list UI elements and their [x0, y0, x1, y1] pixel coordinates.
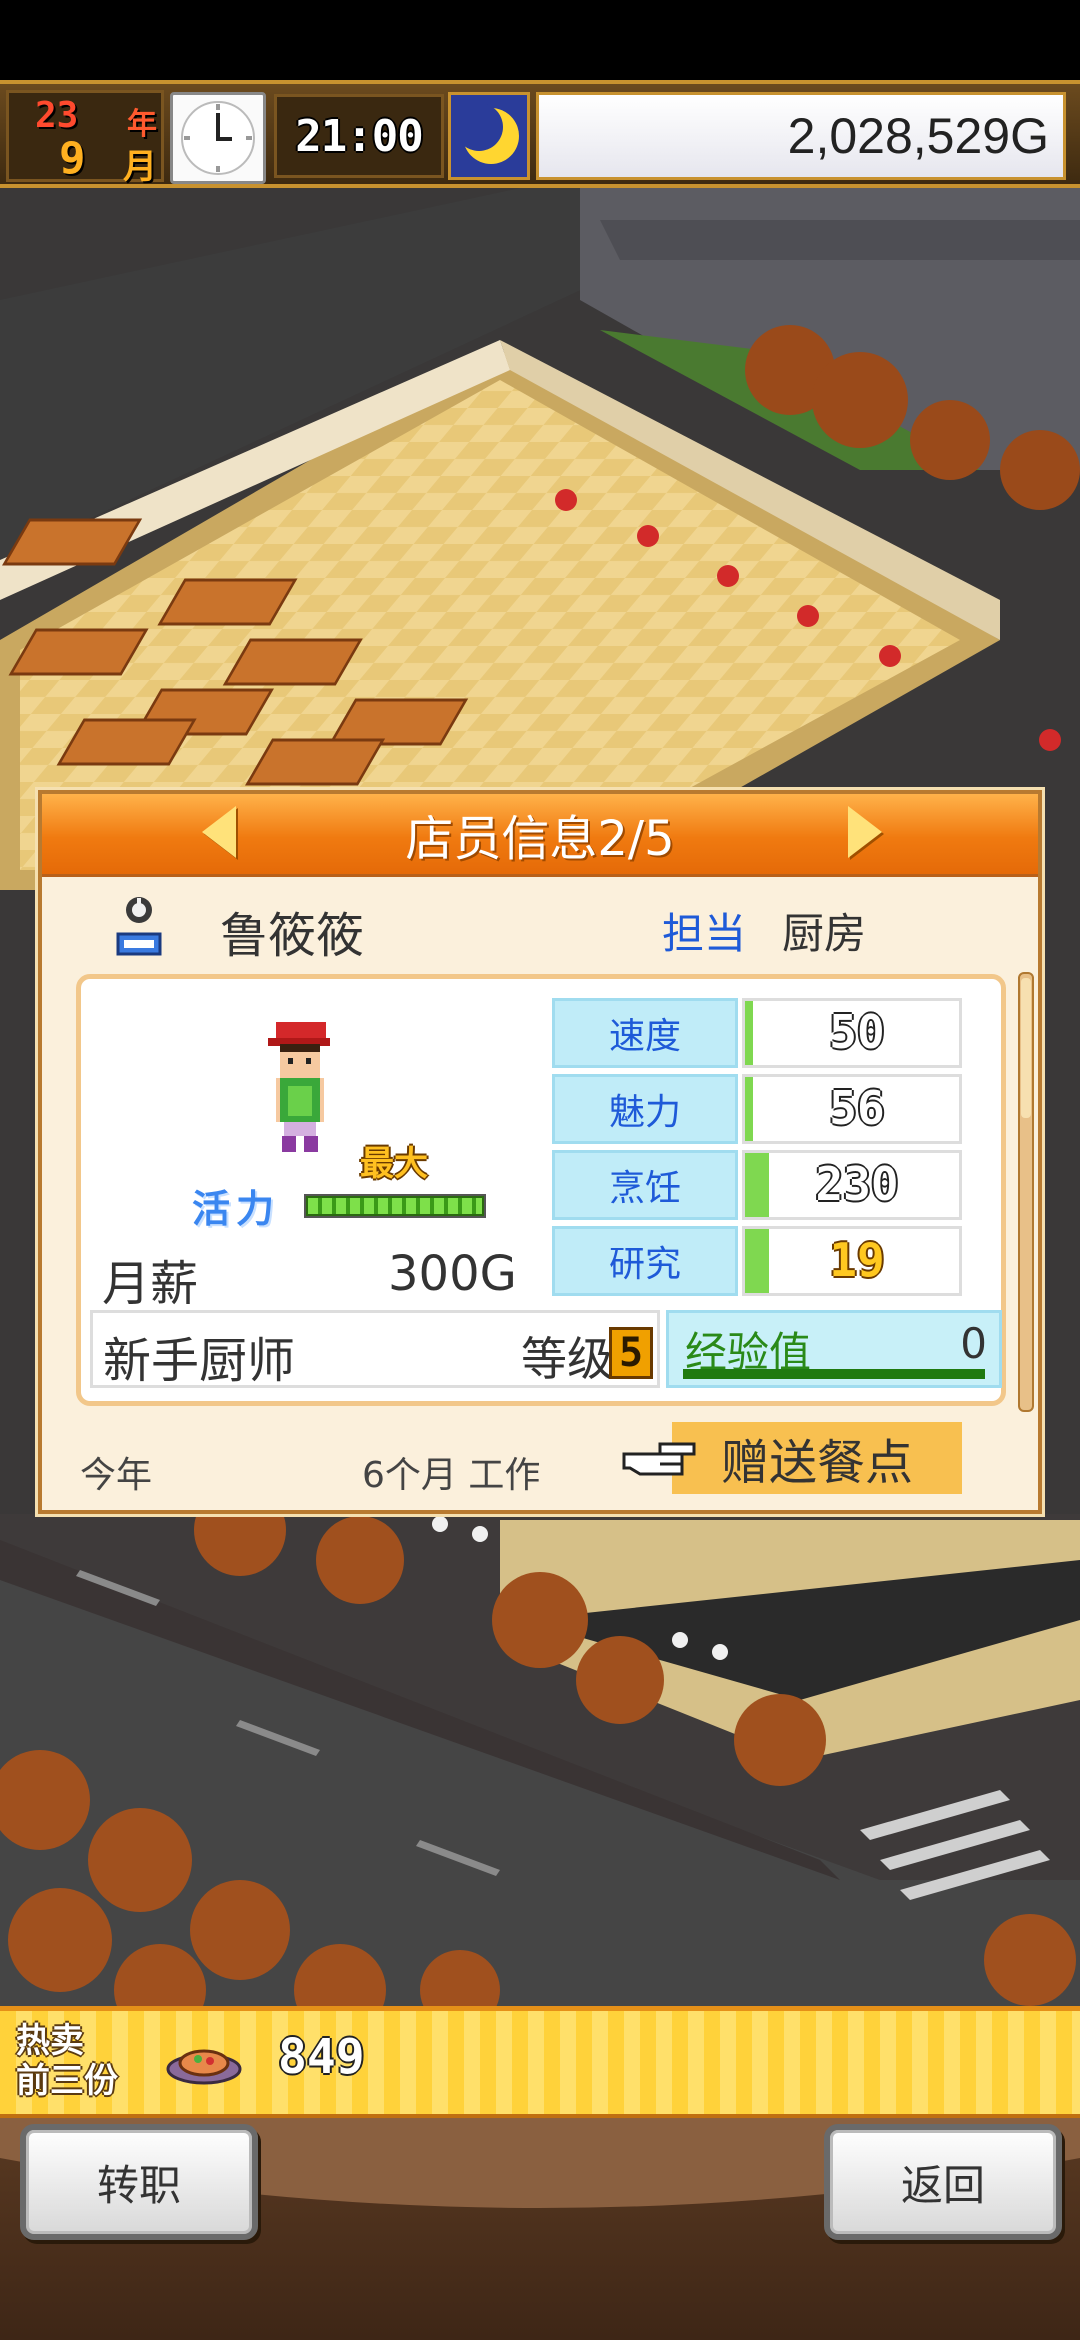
kitchen-staff-icon: [104, 890, 174, 960]
year-label: 今年: [80, 1455, 153, 1496]
stat-value: 50: [829, 1005, 885, 1059]
panel-header: 店员信息2/5: [42, 794, 1038, 877]
vitality-bar: [304, 1194, 486, 1218]
best-seller-value: 849: [278, 2029, 365, 2085]
year-value: 23: [35, 95, 79, 136]
hand-pointer-icon: [620, 1434, 700, 1484]
stat-label: 研究: [552, 1226, 738, 1296]
game-hud: 23 年 9 月 21:00 2,028,529G: [0, 80, 1080, 188]
stat-value: 19: [829, 1233, 885, 1287]
stat-value-box: 230: [742, 1150, 962, 1220]
arrow-left-icon[interactable]: [202, 806, 236, 858]
time-value: 21:00: [295, 110, 423, 162]
money-display: 2,028,529G: [536, 92, 1066, 180]
best-seller-label-line1: 热卖: [16, 2021, 84, 2061]
scrollbar[interactable]: [1018, 972, 1034, 1412]
job-title-box: 新手厨师 等级 5: [90, 1310, 660, 1389]
food-dish-icon: [164, 2029, 244, 2089]
status-bar: [0, 0, 1080, 80]
vitality-label: 活力: [192, 1187, 281, 1231]
stat-value: 230: [815, 1157, 899, 1211]
back-button[interactable]: 返回: [824, 2124, 1062, 2240]
stat-row-cooking: 烹饪 230: [552, 1150, 972, 1224]
stat-fill: [745, 1077, 753, 1141]
stat-label: 烹饪: [552, 1150, 738, 1220]
stat-row-research: 研究 19: [552, 1226, 972, 1300]
salary-label: 月薪: [102, 1256, 199, 1312]
vitality-max-label: 最大: [360, 1144, 428, 1184]
scroll-thumb[interactable]: [1021, 978, 1031, 1118]
stat-label: 速度: [552, 998, 738, 1068]
job-title: 新手厨师: [103, 1333, 296, 1389]
work-duration: 6个月 工作: [362, 1455, 541, 1496]
stat-row-charm: 魅力 56: [552, 1074, 972, 1148]
gift-meal-button[interactable]: 赠送餐点: [672, 1422, 962, 1494]
stat-fill: [745, 1153, 769, 1217]
clock-icon: [170, 92, 266, 184]
stat-value-box: 50: [742, 998, 962, 1068]
exp-value: 0: [960, 1319, 987, 1368]
best-seller-label-line2: 前三份: [16, 2061, 118, 2101]
stat-value-box: 19: [742, 1226, 962, 1296]
assign-value: 厨房: [782, 909, 867, 958]
money-value: 2,028,529G: [787, 108, 1049, 164]
employee-avatar: [258, 1016, 348, 1156]
level-label: 等级: [521, 1332, 613, 1386]
date-display: 23 年 9 月: [6, 90, 164, 187]
panel-title: 店员信息2/5: [405, 811, 675, 867]
year-unit: 年: [127, 107, 157, 142]
stat-fill: [745, 1229, 769, 1293]
employee-name: 鲁筱筱: [220, 908, 365, 964]
vitality-fill: [308, 1198, 482, 1214]
moon-icon: [448, 92, 530, 180]
month-unit: 月: [123, 147, 157, 187]
stat-fill: [745, 1001, 753, 1065]
level-value: 5: [609, 1327, 653, 1379]
staff-info-panel: 店员信息2/5 鲁筱筱 担当 厨房 最大 活力 月薪 300G 速度 50 魅力…: [38, 790, 1042, 1514]
time-display: 21:00: [274, 94, 444, 178]
stat-row-speed: 速度 50: [552, 998, 972, 1072]
arrow-right-icon[interactable]: [848, 806, 882, 858]
stat-value: 56: [829, 1081, 885, 1135]
salary-value: 300G: [388, 1246, 517, 1302]
best-seller-bar: 热卖 前三份 849: [0, 2006, 1080, 2118]
experience-box: 经验值 0: [666, 1310, 1002, 1388]
exp-bar: [683, 1369, 985, 1379]
best-seller-label: 热卖 前三份: [16, 2021, 118, 2101]
assign-label[interactable]: 担当: [662, 900, 746, 961]
month-value: 9: [59, 133, 86, 184]
stat-value-box: 56: [742, 1074, 962, 1144]
stat-label: 魅力: [552, 1074, 738, 1144]
change-job-button[interactable]: 转职: [20, 2124, 258, 2240]
